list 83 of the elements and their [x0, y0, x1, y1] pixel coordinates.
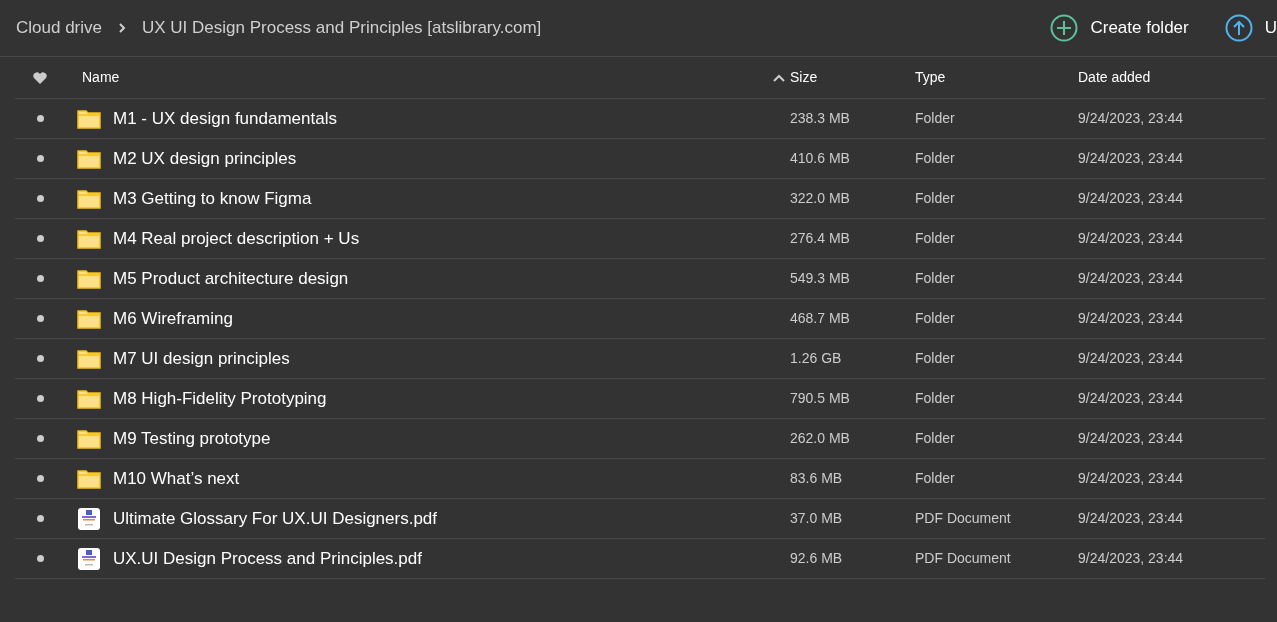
file-row[interactable]: M9 Testing prototype 262.0 MB Folder 9/24/2023, 23:44: [15, 419, 1265, 459]
file-size: 83.6 MB: [790, 469, 844, 488]
file-row[interactable]: UX.UI Design Process and Principles.pdf 92.6 MB PDF Document 9/24/2023, 23:44: [15, 539, 1265, 579]
upload-button[interactable]: U: [1224, 14, 1277, 42]
file-row[interactable]: M5 Product architecture design 549.3 MB Folder 9/24/2023, 23:44: [15, 259, 1265, 299]
plus-circle-icon: [1050, 14, 1079, 42]
file-row[interactable]: M3 Getting to know Figma 322.0 MB Folder 9/24/2023, 23:44: [15, 179, 1265, 219]
file-size: 790.5 MB: [790, 389, 851, 408]
file-name: M3 Getting to know Figma: [113, 187, 313, 210]
file-type: Folder: [915, 389, 956, 408]
file-name: M4 Real project description + Us: [113, 227, 361, 250]
file-size: 322.0 MB: [790, 189, 851, 208]
folder-icon: [77, 348, 101, 369]
file-row[interactable]: M4 Real project description + Us 276.4 MB Folder 9/24/2023, 23:44: [15, 219, 1265, 259]
file-type: Folder: [915, 149, 956, 168]
file-size: 37.0 MB: [790, 509, 844, 528]
date-added: 9/24/2023, 23:44: [1078, 549, 1184, 568]
file-type: Folder: [915, 309, 956, 328]
file-type: Folder: [915, 229, 956, 248]
date-added: 9/24/2023, 23:44: [1078, 429, 1184, 448]
file-size: 276.4 MB: [790, 229, 851, 248]
date-added: 9/24/2023, 23:44: [1078, 109, 1184, 128]
chevron-right-icon: [118, 22, 126, 34]
folder-icon: [77, 468, 101, 489]
upload-icon: [1224, 14, 1253, 42]
file-size: 1.26 GB: [790, 349, 843, 368]
create-folder-button[interactable]: Create folder: [1050, 14, 1189, 42]
column-header[interactable]: Date added: [1078, 67, 1151, 88]
file-name: M9 Testing prototype: [113, 427, 272, 450]
file-size: 410.6 MB: [790, 149, 851, 168]
file-type: Folder: [915, 349, 956, 368]
folder-icon: [77, 428, 101, 449]
file-name: UX.UI Design Process and Principles.pdf: [113, 547, 423, 570]
date-added: 9/24/2023, 23:44: [1078, 149, 1184, 168]
file-row[interactable]: M8 High-Fidelity Prototyping 790.5 MB Folder 9/24/2023, 23:44: [15, 379, 1265, 419]
file-type: Folder: [915, 269, 956, 288]
folder-icon: [77, 148, 101, 169]
date-added: 9/24/2023, 23:44: [1078, 469, 1184, 488]
date-added: 9/24/2023, 23:44: [1078, 389, 1184, 408]
file-type: Folder: [915, 189, 956, 208]
date-added: 9/24/2023, 23:44: [1078, 229, 1184, 248]
file-type: Folder: [915, 469, 956, 488]
file-size: 262.0 MB: [790, 429, 851, 448]
column-header[interactable]: Size: [790, 67, 915, 88]
file-name: M2 UX design principles: [113, 147, 298, 170]
file-type: PDF Document: [915, 549, 1012, 568]
file-size: 238.3 MB: [790, 109, 851, 128]
file-name: M10 What’s next: [113, 467, 241, 490]
file-name: M6 Wireframing: [113, 307, 234, 330]
folder-icon: [77, 108, 101, 129]
file-type: Folder: [915, 109, 956, 128]
breadcrumb-link[interactable]: Cloud drive: [16, 15, 102, 41]
file-row[interactable]: M2 UX design principles 410.6 MB Folder 9/24/2023, 23:44: [15, 139, 1265, 179]
file-size: 549.3 MB: [790, 269, 851, 288]
file-type: Folder: [915, 429, 956, 448]
file-row[interactable]: Ultimate Glossary For UX.UI Designers.pdf 37.0 MB PDF Document 9/24/2023, 23:44: [15, 499, 1265, 539]
date-added: 9/24/2023, 23:44: [1078, 349, 1184, 368]
folder-icon: [77, 268, 101, 289]
date-added: 9/24/2023, 23:44: [1078, 269, 1184, 288]
file-name: M5 Product architecture design: [113, 267, 350, 290]
date-added: 9/24/2023, 23:44: [1078, 509, 1184, 528]
file-size: 468.7 MB: [790, 309, 851, 328]
file-name: M7 UI design principles: [113, 347, 291, 370]
folder-icon: [77, 188, 101, 209]
sort-caret-icon[interactable]: [773, 73, 785, 82]
file-name: M1 - UX design fundamentals: [113, 107, 338, 130]
file-name: Ultimate Glossary For UX.UI Designers.pdf: [113, 507, 439, 530]
breadcrumb-current: UX UI Design Process and Principles [atslibrary.com]: [142, 17, 542, 40]
file-row[interactable]: M7 UI design principles 1.26 GB Folder 9/24/2023, 23:44: [15, 339, 1265, 379]
file-row[interactable]: M1 - UX design fundamentals 238.3 MB Folder 9/24/2023, 23:44: [15, 99, 1265, 139]
folder-icon: [77, 388, 101, 409]
file-row[interactable]: M10 What’s next 83.6 MB Folder 9/24/2023, 23:44: [15, 459, 1265, 499]
folder-icon: [77, 308, 101, 329]
heart-icon: [33, 71, 47, 84]
date-added: 9/24/2023, 23:44: [1078, 189, 1184, 208]
file-size: 92.6 MB: [790, 549, 844, 568]
file-name: M8 High-Fidelity Prototyping: [113, 387, 328, 410]
column-header[interactable]: Type: [915, 67, 1078, 88]
file-type: PDF Document: [915, 509, 1012, 528]
folder-icon: [77, 228, 101, 249]
date-added: 9/24/2023, 23:44: [1078, 309, 1184, 328]
file-row[interactable]: M6 Wireframing 468.7 MB Folder 9/24/2023, 23:44: [15, 299, 1265, 339]
column-header[interactable]: Name: [82, 67, 120, 88]
